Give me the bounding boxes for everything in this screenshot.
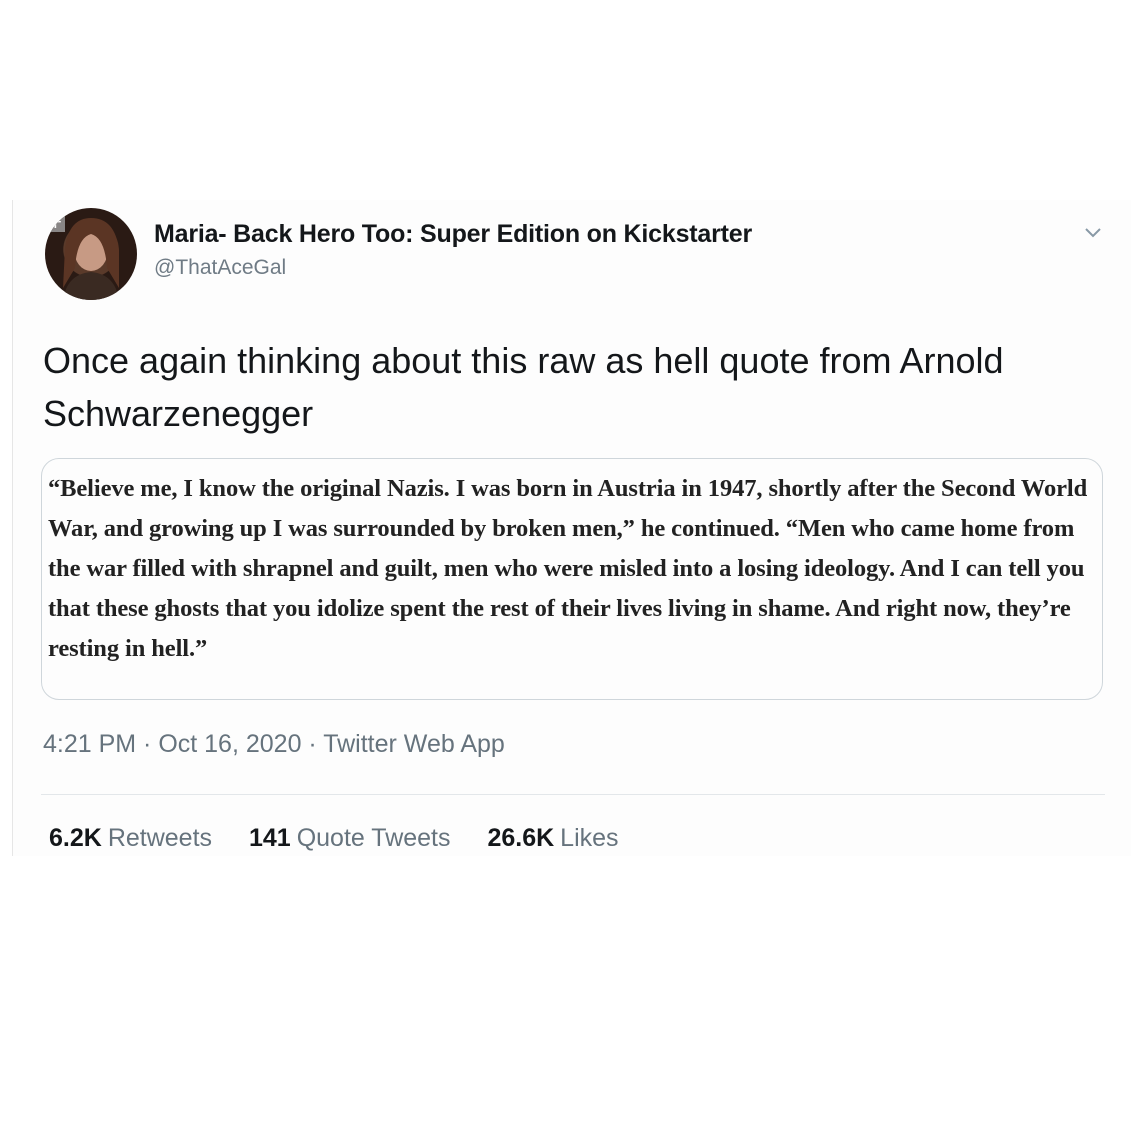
tweet-timestamp[interactable]: 4:21 PM · Oct 16, 2020 · Twitter Web App [43, 730, 505, 759]
chevron-down-icon[interactable] [1081, 222, 1105, 242]
quote-image[interactable]: “Believe me, I know the original Nazis. … [41, 458, 1103, 700]
likes-count: 26.6K [487, 824, 555, 852]
tweet-text: Once again thinking about this raw as he… [43, 340, 1004, 434]
tweet-stats: 6.2K Retweets 141 Quote Tweets 26.6K Likes [49, 824, 649, 853]
divider [41, 794, 1105, 795]
user-handle[interactable]: @ThatAceGal [154, 256, 286, 280]
quote-tweets-count: 141 [248, 824, 291, 852]
quote-tweets-stat[interactable]: 141 Quote Tweets [249, 824, 451, 852]
retweets-stat[interactable]: 6.2K Retweets [49, 824, 212, 852]
retweets-label: Retweets [107, 824, 213, 852]
user-display-name[interactable]: Maria- Back Hero Too: Super Edition on K… [154, 220, 752, 249]
avatar[interactable]: F [45, 208, 137, 300]
retweets-count: 6.2K [49, 824, 102, 852]
tweet-card: F Maria- Back Hero Too: Super Edition on… [12, 200, 1131, 856]
svg-text:F: F [53, 213, 62, 232]
likes-stat[interactable]: 26.6K Likes [487, 824, 618, 852]
quote-tweets-label: Quote Tweets [296, 824, 451, 852]
quote-text: “Believe me, I know the original Nazis. … [48, 475, 1088, 662]
likes-label: Likes [560, 824, 619, 852]
